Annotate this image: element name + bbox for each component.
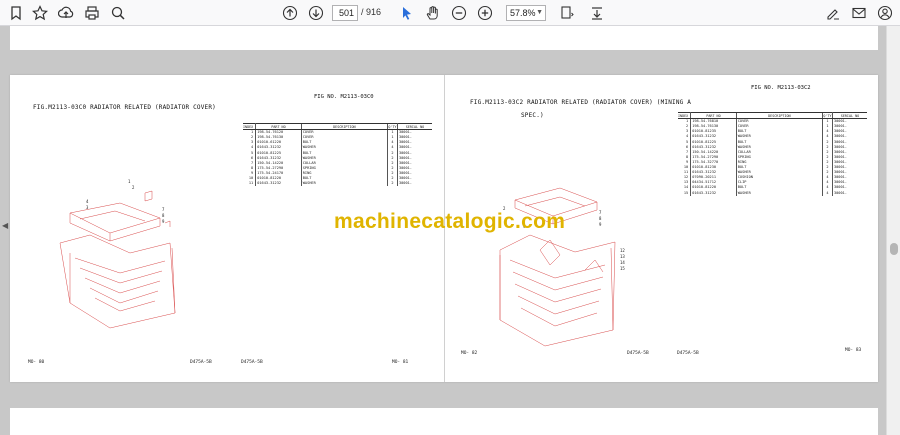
left-page-footer-right: MO- 81 <box>392 360 409 365</box>
cell-qty: 2 <box>387 181 398 187</box>
zoom-search-icon[interactable] <box>109 4 127 22</box>
svg-text:8: 8 <box>162 213 165 218</box>
svg-text:1: 1 <box>128 179 131 184</box>
vertical-scrollbar[interactable] <box>886 26 900 435</box>
scrollbar-thumb[interactable] <box>890 243 898 255</box>
left-page-footer-left: MO- 80 <box>28 360 45 365</box>
svg-text:4: 4 <box>86 199 89 204</box>
right-page-footer-mid: D475A-5B <box>627 351 649 356</box>
cell-qty: 4 <box>822 190 833 196</box>
left-page-footer-mid-2: D475A-5B <box>241 360 263 365</box>
svg-text:14: 14 <box>620 260 625 265</box>
right-figure-title-line2: SPEC.) <box>521 112 544 119</box>
account-icon[interactable] <box>876 4 894 22</box>
zoom-in-icon[interactable] <box>476 4 494 22</box>
cell-description: WASHER <box>735 190 823 196</box>
chevron-down-icon: ▼ <box>536 9 543 16</box>
zoom-out-icon[interactable] <box>450 4 468 22</box>
svg-text:9: 9 <box>599 222 602 227</box>
bookmark-icon[interactable] <box>7 4 25 22</box>
hand-icon[interactable] <box>424 4 442 22</box>
left-parts-table: INDEX PART NO DESCRIPTION Q'TY SERIAL NO… <box>243 122 432 187</box>
download-icon[interactable] <box>588 4 606 22</box>
svg-text:15: 15 <box>620 266 625 271</box>
right-figure-number: FIG NO. M2113-03C2 <box>751 85 811 91</box>
cell-serial: 30001- <box>833 190 847 195</box>
cell-index: 15 <box>678 190 692 196</box>
svg-text:13: 13 <box>620 254 625 259</box>
left-page-footer-mid: D475A-5B <box>190 360 212 365</box>
svg-text:8: 8 <box>599 216 602 221</box>
left-figure-title: FIG.M2113-03C0 RADIATOR RELATED (RADIATO… <box>33 104 216 111</box>
right-page-footer-right: MO- 83 <box>845 348 862 353</box>
left-figure-number: FIG NO. M2113-03C0 <box>314 94 374 100</box>
watermark-text: machinecatalogic.com <box>334 210 566 233</box>
email-icon[interactable] <box>850 4 868 22</box>
toolbar: 501 / 916 57.8% ▼ <box>0 0 900 26</box>
upload-icon[interactable] <box>57 4 75 22</box>
zoom-level-select[interactable]: 57.8% ▼ <box>506 5 546 21</box>
page-total-label: / 916 <box>361 7 382 17</box>
fit-page-icon[interactable] <box>558 4 576 22</box>
document-viewer[interactable]: FIG.M2113-03C0 RADIATOR RELATED (RADIATO… <box>0 26 900 435</box>
svg-text:7: 7 <box>599 210 602 215</box>
right-exploded-diagram: 2 4 7 8 9 12 13 14 15 <box>499 187 625 347</box>
print-icon[interactable] <box>83 4 101 22</box>
zoom-level-value: 57.8% <box>510 8 536 18</box>
cell-part-no: 01643-31232 <box>692 190 717 195</box>
sign-icon[interactable] <box>824 4 842 22</box>
pdf-viewer-window: 501 / 916 57.8% ▼ FIG.M2113-03C0 RADIATO… <box>0 0 900 435</box>
right-parts-table: INDEX PART NO DESCRIPTION Q'TY SERIAL NO… <box>678 111 867 196</box>
left-exploded-diagram: 1 4 3 7 8 9 2 <box>59 179 176 329</box>
svg-text:12: 12 <box>620 248 625 253</box>
page-down-icon[interactable] <box>307 4 325 22</box>
right-page-footer-mid-2: D475A-5B <box>677 351 699 356</box>
right-page-footer-left: MO- 82 <box>461 351 478 356</box>
previous-page-fragment <box>10 26 878 50</box>
table-row: 15 01643-31232 WASHER 4 30001- <box>678 190 867 196</box>
next-page-fragment <box>10 408 878 435</box>
cell-part-no: 01643-31232 <box>257 181 282 186</box>
table-row: 11 01643-31232 WASHER 2 30001- <box>243 181 432 187</box>
select-cursor-icon[interactable] <box>398 4 416 22</box>
svg-text:2: 2 <box>132 185 135 190</box>
cell-serial: 30001- <box>398 181 412 186</box>
page-number-input[interactable]: 501 <box>332 5 358 21</box>
svg-text:9: 9 <box>162 219 165 224</box>
cell-description: WASHER <box>300 181 388 187</box>
star-icon[interactable] <box>31 4 49 22</box>
svg-text:7: 7 <box>162 207 165 212</box>
cell-index: 11 <box>243 181 257 187</box>
left-arrow-icon[interactable]: ◀ <box>2 221 8 230</box>
right-figure-title-line1: FIG.M2113-03C2 RADIATOR RELATED (RADIATO… <box>470 99 692 106</box>
page-up-icon[interactable] <box>281 4 299 22</box>
